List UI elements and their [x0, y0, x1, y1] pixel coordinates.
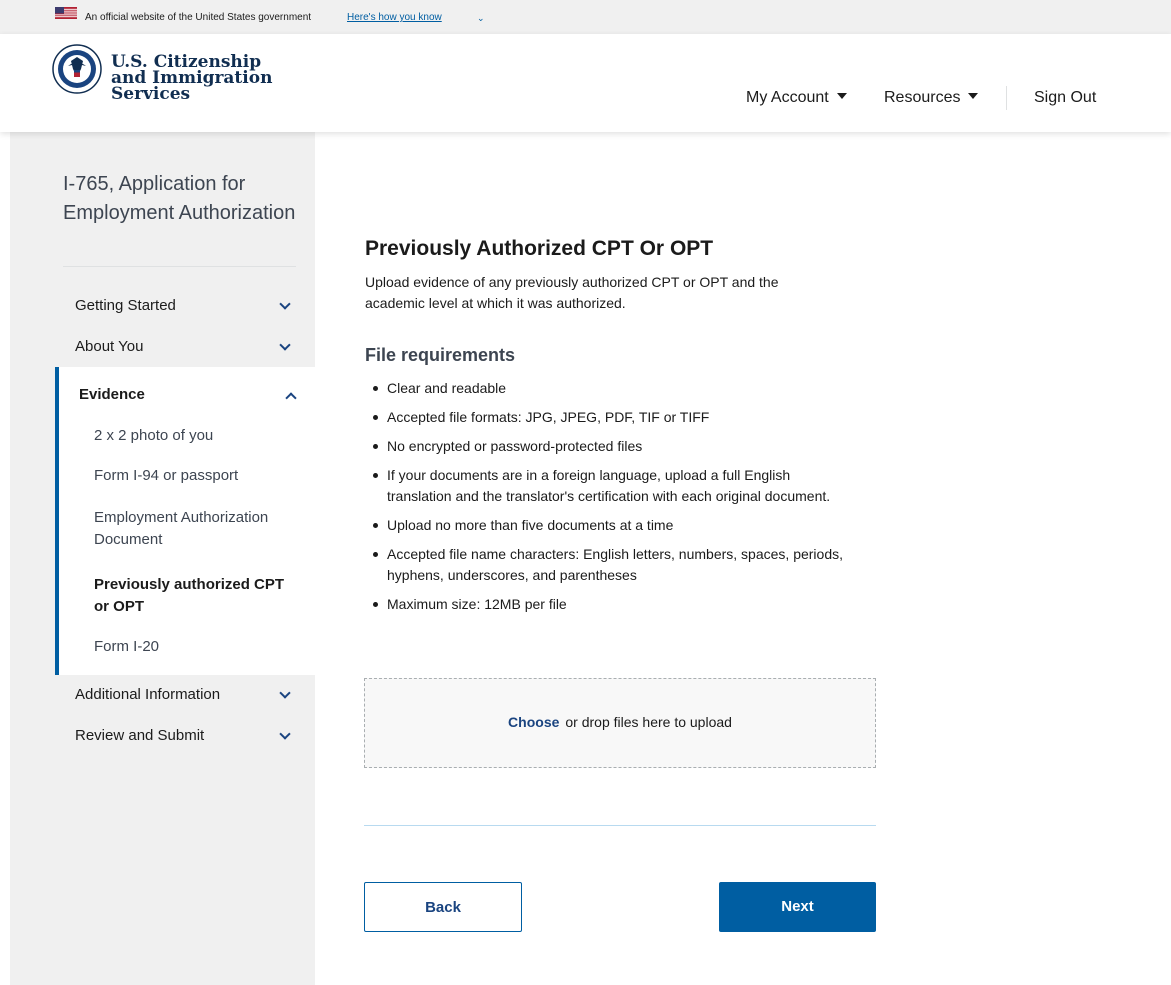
page-title: Previously Authorized CPT Or OPT	[365, 237, 714, 260]
list-item: Accepted file formats: JPG, JPEG, PDF, T…	[365, 407, 855, 428]
sidebar-item-label: About You	[75, 338, 144, 355]
sidebar-section-evidence: Evidence 2 x 2 photo of you Form I-94 or…	[55, 367, 315, 675]
requirements-list: Clear and readable Accepted file formats…	[365, 378, 855, 623]
caret-down-icon	[836, 93, 847, 99]
chevron-down-icon[interactable]	[279, 728, 291, 740]
section-divider	[364, 825, 876, 826]
agency-name[interactable]: U.S. Citizenship and Immigration Service…	[111, 54, 272, 104]
gov-banner-text: An official website of the United States…	[85, 12, 312, 23]
file-upload-dropzone[interactable]: Choose or drop files here to upload	[364, 678, 876, 768]
sign-out-link[interactable]: Sign Out	[1034, 88, 1096, 108]
form-title-divider	[63, 266, 296, 267]
chevron-down-icon[interactable]	[279, 687, 291, 699]
list-item: Clear and readable	[365, 378, 855, 399]
my-account-menu[interactable]: My Account	[746, 88, 847, 108]
caret-down-icon	[968, 93, 979, 99]
dhs-seal-icon[interactable]	[52, 44, 102, 94]
sidebar-subitem-i20[interactable]: Form I-20	[94, 636, 294, 658]
resources-menu[interactable]: Resources	[884, 88, 979, 108]
my-account-label: My Account	[746, 89, 829, 106]
nav-divider	[1006, 86, 1007, 110]
list-item: Maximum size: 12MB per file	[365, 594, 855, 615]
sidebar: I-765, Application for Employment Author…	[10, 132, 315, 985]
dropzone-text: Choose or drop files here to upload	[365, 712, 875, 732]
sidebar-item-label: Getting Started	[75, 297, 176, 314]
sidebar-subitem-i94[interactable]: Form I-94 or passport	[94, 465, 294, 487]
sidebar-item-label: Additional Information	[75, 686, 221, 703]
list-item: Upload no more than five documents at a …	[365, 515, 855, 536]
site-header: U.S. Citizenship and Immigration Service…	[0, 34, 1171, 132]
resources-label: Resources	[884, 89, 961, 106]
sidebar-item-additional-information[interactable]: Additional Information	[75, 685, 220, 705]
chevron-down-icon[interactable]	[279, 298, 291, 310]
list-item: No encrypted or password-protected files	[365, 436, 855, 457]
form-title: I-765, Application for Employment Author…	[63, 173, 296, 224]
sidebar-item-evidence[interactable]: Evidence	[79, 385, 145, 405]
back-button[interactable]: Back	[364, 882, 522, 932]
sidebar-item-label: Review and Submit	[75, 727, 205, 744]
sidebar-subitem-ead[interactable]: Employment Authorization Document	[94, 507, 294, 551]
next-button[interactable]: Next	[719, 882, 876, 932]
sidebar-item-review-and-submit[interactable]: Review and Submit	[75, 726, 204, 746]
sidebar-item-about-you[interactable]: About You	[75, 337, 143, 357]
list-item: Accepted file name characters: English l…	[365, 544, 855, 586]
us-flag-icon	[55, 7, 77, 19]
chevron-up-icon[interactable]	[285, 392, 297, 404]
heres-how-you-know-link[interactable]: Here's how you know	[347, 12, 442, 24]
chevron-down-icon[interactable]: ⌄	[477, 12, 485, 24]
chevron-down-icon[interactable]	[279, 339, 291, 351]
choose-files-link[interactable]: Choose	[508, 714, 559, 730]
sidebar-subitem-photo[interactable]: 2 x 2 photo of you	[94, 425, 294, 447]
list-item: If your documents are in a foreign langu…	[365, 465, 855, 507]
requirements-heading: File requirements	[365, 345, 516, 365]
dropzone-hint: or drop files here to upload	[565, 714, 732, 730]
page-intro: Upload evidence of any previously author…	[365, 274, 779, 311]
sidebar-item-getting-started[interactable]: Getting Started	[75, 296, 176, 316]
gov-banner: An official website of the United States…	[0, 0, 1171, 34]
agency-name-line-3: Services	[111, 84, 191, 104]
sidebar-subitem-cpt-opt[interactable]: Previously authorized CPT or OPT	[94, 574, 294, 618]
